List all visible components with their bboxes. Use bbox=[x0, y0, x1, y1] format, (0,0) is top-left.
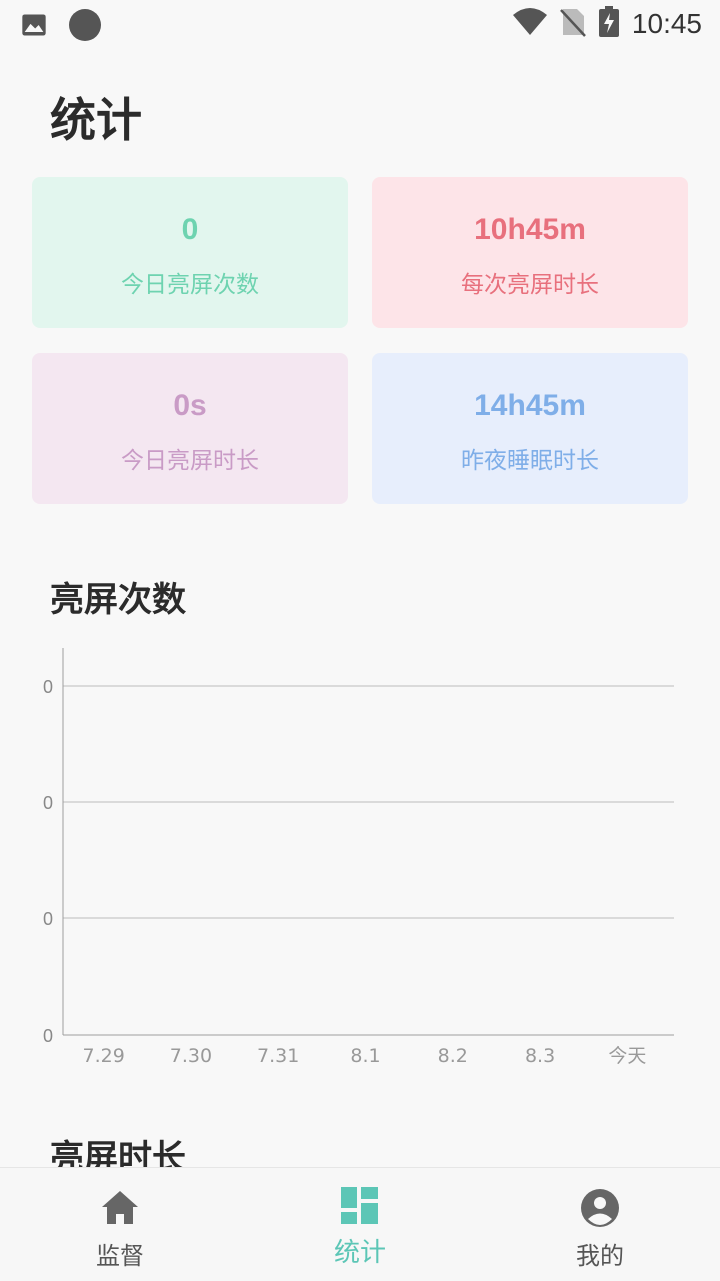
status-bar-right: 10:45 bbox=[512, 6, 702, 42]
stat-card-value: 0 bbox=[181, 213, 199, 246]
nav-label: 我的 bbox=[576, 1242, 624, 1270]
stat-card-label: 今日亮屏时长 bbox=[121, 448, 259, 474]
chart-y-tick-label: 0 bbox=[43, 793, 53, 813]
account-circle-icon bbox=[580, 1188, 620, 1228]
dashboard-icon bbox=[340, 1186, 380, 1226]
chart-axes bbox=[62, 648, 674, 1036]
stat-card-today-screen-on-count: 0 今日亮屏次数 bbox=[32, 177, 348, 328]
nav-item-stats[interactable]: 统计 bbox=[240, 1168, 480, 1281]
stat-card-label: 每次亮屏时长 bbox=[461, 272, 599, 298]
nav-item-mine[interactable]: 我的 bbox=[480, 1168, 720, 1281]
home-icon bbox=[100, 1188, 140, 1228]
chart-y-tick-label: 0 bbox=[43, 909, 53, 929]
status-bar: 10:45 bbox=[0, 0, 720, 50]
stat-card-today-screen-on-duration: 0s 今日亮屏时长 bbox=[32, 353, 348, 504]
chart-x-tick-label: 7.29 bbox=[82, 1045, 124, 1067]
nav-label: 统计 bbox=[333, 1238, 386, 1268]
circle-icon bbox=[68, 8, 102, 46]
stat-card-value: 0s bbox=[173, 389, 207, 422]
bottom-navigation: 监督 统计 我的 bbox=[0, 1167, 720, 1281]
no-sim-icon bbox=[560, 7, 586, 41]
stat-card-value: 10h45m bbox=[474, 213, 586, 246]
battery-charging-icon bbox=[598, 6, 620, 42]
stat-card-label: 昨夜睡眠时长 bbox=[461, 448, 599, 474]
status-bar-left bbox=[20, 8, 102, 46]
image-icon bbox=[20, 11, 48, 43]
nav-item-supervise[interactable]: 监督 bbox=[0, 1168, 240, 1281]
section-title-screen-on-count: 亮屏次数 bbox=[50, 580, 186, 620]
screen-on-count-chart: 0 0 0 0 7.29 7.30 7.31 8.1 8.2 8.3 今天 bbox=[43, 648, 674, 1067]
chart-x-tick-label: 8.2 bbox=[438, 1045, 468, 1067]
status-time: 10:45 bbox=[631, 8, 702, 39]
chart-x-tick-label: 7.30 bbox=[170, 1045, 212, 1067]
chart-x-ticks: 7.29 7.30 7.31 8.1 8.2 8.3 今天 bbox=[82, 1045, 646, 1067]
stat-card-per-screen-on-duration: 10h45m 每次亮屏时长 bbox=[372, 177, 688, 328]
chart-x-tick-label: 今天 bbox=[608, 1045, 646, 1067]
chart-x-tick-label: 8.3 bbox=[525, 1045, 555, 1067]
chart-x-tick-label: 7.31 bbox=[257, 1045, 299, 1067]
chart-y-tick-label: 0 bbox=[43, 1026, 53, 1046]
chart-grid bbox=[63, 685, 674, 919]
chart-y-ticks: 0 0 0 0 bbox=[43, 677, 53, 1046]
chart-y-tick-label: 0 bbox=[43, 677, 53, 697]
stat-card-label: 今日亮屏次数 bbox=[121, 272, 259, 298]
stat-card-value: 14h45m bbox=[474, 389, 586, 422]
page-title: 统计 bbox=[50, 93, 142, 147]
nav-label: 监督 bbox=[96, 1242, 144, 1270]
chart-x-tick-label: 8.1 bbox=[350, 1045, 380, 1067]
stat-card-last-night-sleep: 14h45m 昨夜睡眠时长 bbox=[372, 353, 688, 504]
wifi-icon bbox=[512, 7, 548, 41]
